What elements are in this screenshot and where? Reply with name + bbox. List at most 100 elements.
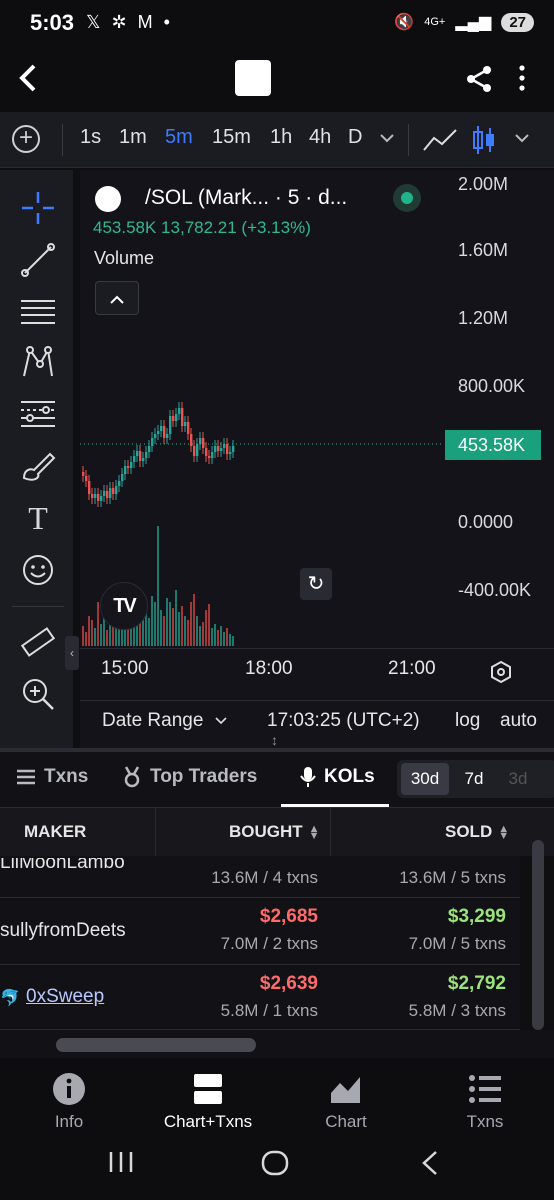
candle (196, 444, 199, 456)
tool-divider (12, 606, 64, 607)
volume-bar (223, 632, 225, 646)
tradingview-logo[interactable]: TV (100, 582, 148, 630)
volume-bar (178, 612, 180, 646)
pattern-tool[interactable] (20, 344, 56, 380)
date-range-button[interactable]: Date Range (102, 710, 227, 732)
timeframe-4h[interactable]: 4h (309, 126, 331, 149)
chart-clock[interactable]: 17:03:25 (UTC+2) (267, 710, 420, 732)
timeframe-1m[interactable]: 1m (119, 126, 147, 149)
log-scale-toggle[interactable]: log (455, 710, 480, 732)
text-tool[interactable]: T (20, 500, 56, 536)
candle (214, 446, 217, 452)
candle (205, 448, 208, 456)
collapse-legend-button[interactable] (95, 281, 139, 315)
volume-bar (106, 630, 108, 646)
line-chart-button[interactable] (422, 126, 458, 159)
header-sold[interactable]: SOLD ▲ ▼ (445, 822, 509, 842)
period-3d[interactable]: 3d (500, 763, 536, 795)
header-bought[interactable]: BOUGHT ▲ ▼ (229, 822, 320, 842)
y-tick: 800.00K (458, 376, 526, 396)
brush-tool[interactable] (20, 448, 56, 484)
auto-scale-toggle[interactable]: auto (500, 710, 537, 732)
candle (85, 476, 88, 481)
maker-name[interactable]: sullyfromDeets (0, 920, 126, 942)
emoji-tool[interactable] (20, 552, 56, 588)
volume-bar (229, 634, 231, 646)
home-button[interactable] (261, 1150, 289, 1183)
candle (115, 486, 118, 494)
volume-bar (226, 628, 228, 646)
drag-handle-icon[interactable]: ↕ (271, 733, 278, 747)
tab-txns[interactable]: Txns (16, 766, 88, 788)
nav-chart[interactable]: Chart (291, 1072, 401, 1132)
crosshair-tool[interactable] (20, 190, 56, 226)
network-label: 4G+ (424, 16, 446, 28)
collapse-toolbar-button[interactable]: ‹ (65, 636, 79, 670)
candle (154, 434, 157, 438)
candle (97, 494, 100, 501)
bought-amount: 7.0M (220, 934, 259, 953)
chart-type-dropdown[interactable] (515, 130, 529, 148)
nav-chart-txns[interactable]: Chart+Txns (153, 1072, 263, 1132)
candle (148, 446, 151, 452)
maker-name[interactable]: 0xSweep (26, 986, 104, 1008)
more-menu-button[interactable] (517, 64, 527, 97)
chart-footer-divider (80, 700, 554, 701)
candle-chart-button[interactable] (470, 124, 498, 161)
sold-detail: 13.6M / 5 txns (399, 868, 506, 887)
timeframe-1s[interactable]: 1s (80, 126, 101, 149)
horizontal-scrollbar[interactable] (56, 1038, 256, 1052)
volume-bar (154, 602, 156, 646)
volume-label: Volume (94, 248, 155, 268)
share-button[interactable] (464, 64, 494, 99)
y-tick: 1.20M (458, 308, 509, 328)
volume-bar (214, 624, 216, 646)
sold-txns: 3 txns (460, 1001, 506, 1020)
timeframe-dropdown[interactable] (380, 130, 394, 148)
measure-tool[interactable] (20, 624, 56, 660)
home-icon (261, 1150, 289, 1176)
timeframe-15m[interactable]: 15m (212, 126, 251, 149)
period-30d[interactable]: 30d (401, 763, 449, 795)
back-button[interactable] (14, 60, 50, 96)
brush-icon (22, 452, 56, 481)
x-tick: 21:00 (388, 658, 436, 679)
timeframe-d[interactable]: D (348, 126, 362, 149)
add-indicator-button[interactable]: + (12, 125, 40, 153)
fib-tool[interactable] (20, 396, 56, 432)
zoom-tool[interactable] (20, 676, 56, 712)
sold-detail: 7.0M / 5 txns (408, 934, 506, 953)
candle (223, 444, 226, 448)
candle (109, 488, 112, 498)
system-back-button[interactable] (420, 1150, 440, 1183)
candle (127, 466, 130, 468)
recent-apps-button[interactable] (108, 1150, 134, 1181)
recents-icon (109, 1152, 133, 1172)
chart-settings-button[interactable] (489, 660, 513, 689)
vertical-scrollbar[interactable] (532, 840, 544, 1030)
market-status-indicator (393, 184, 421, 212)
tab-kols[interactable]: KOLs (300, 766, 375, 788)
tab-top-traders[interactable]: Top Traders (122, 766, 257, 788)
symbol-title[interactable]: /SOL (Mark... · 5 · d... (145, 186, 347, 210)
parallel-lines-tool[interactable] (20, 294, 56, 330)
battery-indicator: 27 (501, 12, 534, 32)
signal-icon: ▂▄▆ (455, 14, 492, 31)
sold-usd: $2,792 (447, 973, 506, 994)
reset-chart-button[interactable]: ↻ (300, 568, 332, 600)
candle (142, 458, 145, 461)
y-tick: 0.0000 (458, 512, 514, 532)
trendline-tool[interactable] (20, 242, 56, 278)
volume-bar (208, 604, 210, 646)
nav-label: Txns (466, 1112, 504, 1131)
price-plot[interactable] (80, 176, 444, 646)
nav-info[interactable]: Info (14, 1072, 124, 1132)
timeframe-1h[interactable]: 1h (270, 126, 292, 149)
candle (94, 494, 97, 498)
period-7d[interactable]: 7d (454, 763, 494, 795)
nav-txns[interactable]: Txns (430, 1072, 540, 1132)
bought-txns: 1 txns (272, 1001, 318, 1020)
volume-bar (217, 630, 219, 646)
bought-amount: 13.6M (211, 868, 259, 887)
timeframe-5m[interactable]: 5m (165, 126, 193, 149)
